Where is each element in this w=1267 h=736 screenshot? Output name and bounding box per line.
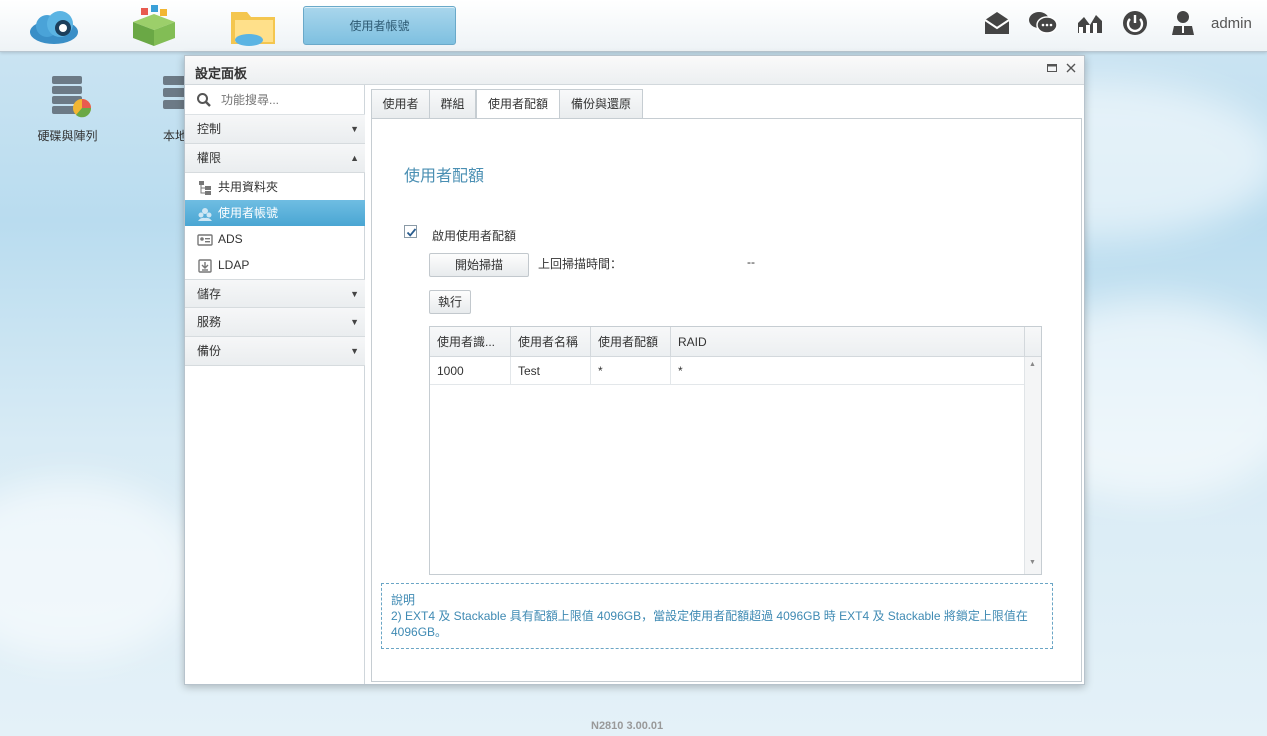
sidebar-item-ads[interactable]: ADS <box>185 226 365 252</box>
sidebar-item-shared-folder[interactable]: 共用資料夾 <box>185 174 365 200</box>
power-icon[interactable] <box>1121 9 1149 37</box>
user-quota-panel: 使用者配額 啟用使用者配額 開始掃描 上回掃描時間： -- 執行 使用者識...… <box>371 118 1082 682</box>
cell-user-id: 1000 <box>430 357 511 385</box>
file-manager-icon[interactable] <box>227 4 281 48</box>
search-icon <box>196 92 212 108</box>
note-title: 說明 <box>391 593 416 607</box>
cell-raid: * <box>678 364 683 378</box>
last-scan-label: 上回掃描時間： <box>538 257 623 271</box>
users-icon <box>197 205 213 221</box>
tab-label: 群組 <box>440 97 465 111</box>
sidebar-section-permissions[interactable]: 權限 ▲ <box>185 144 365 173</box>
chevron-down-icon: ▼ <box>350 317 359 327</box>
checkmark-icon <box>406 228 417 237</box>
mail-icon[interactable] <box>983 9 1011 37</box>
start-scan-button[interactable]: 開始掃描 <box>429 253 529 277</box>
cloud-app-icon[interactable] <box>27 4 81 48</box>
scroll-down-icon[interactable]: ▼ <box>1029 559 1036 566</box>
run-button[interactable]: 執行 <box>429 290 471 314</box>
sidebar-item-ldap[interactable]: LDAP <box>185 252 365 278</box>
cell-username: Test <box>511 357 591 385</box>
tab-user-quota[interactable]: 使用者配額 <box>476 89 560 119</box>
table-scrollbar[interactable]: ▲ ▼ <box>1024 357 1041 574</box>
section-label: 控制 <box>197 122 222 136</box>
column-header-user-id[interactable]: 使用者識... <box>430 327 511 357</box>
firmware-version: N2810 3.00.01 <box>591 720 664 732</box>
enable-quota-checkbox[interactable] <box>404 225 417 238</box>
app-center-icon[interactable] <box>127 4 181 48</box>
section-label: 服務 <box>197 315 222 329</box>
taskbar: 使用者帳號 admin <box>0 0 1267 52</box>
folder-tree-icon <box>197 179 213 195</box>
search-input[interactable] <box>221 91 357 109</box>
chevron-down-icon: ▼ <box>350 124 359 134</box>
close-icon[interactable] <box>1064 62 1078 76</box>
user-icon[interactable] <box>1169 9 1197 37</box>
sidebar-item-label: LDAP <box>218 258 250 272</box>
cell-quota: * <box>591 357 671 385</box>
tab-groups[interactable]: 群組 <box>429 89 476 118</box>
button-label: 執行 <box>437 295 462 309</box>
directory-icon <box>197 257 213 273</box>
column-header-username[interactable]: 使用者名稱 <box>511 327 591 357</box>
desktop-icon-disk-raid[interactable]: 硬碟與陣列 <box>30 74 105 144</box>
settings-window: 設定面板 控制 ▼ 權限 ▲ 共用資料夾 <box>184 55 1085 685</box>
scroll-up-icon[interactable]: ▲ <box>1029 361 1036 368</box>
maximize-icon[interactable] <box>1045 62 1059 76</box>
sidebar-item-label: ADS <box>218 232 243 246</box>
column-header-quota[interactable]: 使用者配額 <box>591 327 671 357</box>
section-label: 儲存 <box>197 287 222 301</box>
sidebar-section-backup[interactable]: 備份 ▼ <box>185 337 365 366</box>
monitor-icon[interactable] <box>1076 9 1104 37</box>
chevron-up-icon: ▲ <box>350 153 359 163</box>
sidebar-item-user-account[interactable]: 使用者帳號 <box>185 200 365 226</box>
tab-users[interactable]: 使用者 <box>371 89 430 118</box>
window-title: 設定面板 <box>195 66 248 81</box>
column-header-raid[interactable]: RAID <box>671 327 1025 357</box>
sidebar-section-service[interactable]: 服務 ▼ <box>185 308 365 337</box>
quota-table: 使用者識... 使用者名稱 使用者配額 RAID 1000 Test * * ▲… <box>429 326 1042 575</box>
sidebar-section-storage[interactable]: 儲存 ▼ <box>185 279 365 308</box>
sidebar-item-label: 共用資料夾 <box>218 180 279 194</box>
sidebar-item-label: 使用者帳號 <box>218 206 279 220</box>
table-row[interactable]: 1000 Test * * <box>430 357 1024 385</box>
active-window-taskbar-button[interactable]: 使用者帳號 <box>303 6 456 45</box>
settings-sidebar: 控制 ▼ 權限 ▲ 共用資料夾 使用者帳號 ADS <box>185 85 365 684</box>
chevron-down-icon: ▼ <box>350 289 359 299</box>
sidebar-section-control[interactable]: 控制 ▼ <box>185 115 365 144</box>
tab-label: 備份與還原 <box>570 97 631 111</box>
note-text: 2) EXT4 及 Stackable 具有配額上限值 4096GB，當設定使用… <box>391 609 1028 639</box>
button-label: 開始掃描 <box>454 258 503 272</box>
section-label: 備份 <box>197 344 222 358</box>
section-label: 權限 <box>197 151 222 165</box>
taskbar-button-label: 使用者帳號 <box>349 19 410 33</box>
tab-label: 使用者配額 <box>487 97 548 111</box>
tab-label: 使用者 <box>382 97 419 111</box>
function-search <box>185 85 365 115</box>
description-note: 說明 2) EXT4 及 Stackable 具有配額上限值 4096GB，當設… <box>381 583 1053 649</box>
last-scan-value: -- <box>747 255 755 269</box>
page-title: 使用者配額 <box>404 168 485 185</box>
disk-array-icon <box>51 76 91 118</box>
chevron-down-icon: ▼ <box>350 346 359 356</box>
tab-backup-restore[interactable]: 備份與還原 <box>559 89 643 118</box>
username-label[interactable]: admin <box>1211 15 1252 32</box>
background-cloud <box>0 480 200 660</box>
table-header: 使用者識... 使用者名稱 使用者配額 RAID <box>430 327 1041 357</box>
window-titlebar[interactable]: 設定面板 <box>185 56 1084 85</box>
id-card-icon <box>197 231 213 247</box>
desktop-icon-label: 硬碟與陣列 <box>37 129 98 143</box>
enable-quota-label: 啟用使用者配額 <box>432 229 517 243</box>
chat-icon[interactable] <box>1028 9 1058 37</box>
